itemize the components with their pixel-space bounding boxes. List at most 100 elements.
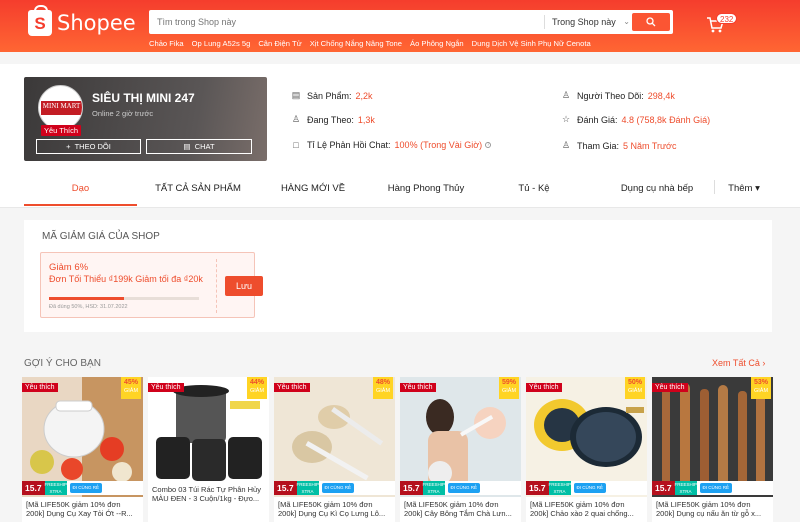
product-title: [Mã LIFE50K giảm 10% đơn 200k] Dụng Cụ X… bbox=[26, 500, 133, 518]
product-card[interactable]: Yêu thích 48% GIẢM 15.7 FREESHIP XTRA ĐI … bbox=[274, 377, 395, 522]
discount-badge: 50% GIẢM bbox=[625, 377, 645, 399]
cheap-badge: ĐI CÙNG RẺ bbox=[69, 483, 103, 493]
follow-button[interactable]: + THEO DÕI bbox=[36, 139, 141, 154]
brand-name: Shopee bbox=[57, 11, 136, 35]
voucher-usage-bar bbox=[49, 297, 199, 300]
see-all-link[interactable]: Xem Tất Cả › bbox=[712, 358, 765, 368]
promo-price: 15.7 bbox=[526, 481, 549, 495]
product-card[interactable]: Yêu thích 53% GIẢM 15.7 FREESHIP XTRA ĐI … bbox=[652, 377, 773, 522]
promo-strip: 15.7 FREESHIP XTRA ĐI CÙNG RẺ bbox=[652, 481, 773, 495]
recommend-title: GỢI Ý CHO BẠN bbox=[24, 358, 101, 369]
product-title: [Mã LIFE50K giảm 10% đơn 200k] Dụng cụ n… bbox=[656, 500, 762, 518]
help-icon[interactable]: ? bbox=[485, 142, 492, 148]
avatar[interactable]: MINI MART bbox=[38, 85, 83, 130]
discount-badge: 59% GIẢM bbox=[499, 377, 519, 399]
stat-label: Tỉ Lệ Phản Hồi Chat: bbox=[307, 140, 391, 150]
search-scope-select[interactable]: Trong Shop này ⌄ bbox=[544, 15, 632, 29]
discount-value: 50% bbox=[627, 379, 642, 386]
tab-all-products[interactable]: TẤT CẢ SẢN PHẨM bbox=[148, 183, 248, 194]
discount-value: 45% bbox=[123, 379, 138, 386]
stat-chat-reply: □ Tỉ Lệ Phản Hồi Chat: 100% (Trong Vài G… bbox=[290, 140, 492, 150]
search-keywords: Chảo Fika Op Lung A52s 5g Cân Điện Tử Xị… bbox=[149, 39, 591, 48]
product-card[interactable]: Yêu thích 59% GIẢM 15.7 FREESHIP XTRA ĐI … bbox=[400, 377, 521, 522]
product-card[interactable]: Yêu thích 50% GIẢM 15.7 FREESHIP XTRA ĐI … bbox=[526, 377, 647, 522]
promo-strip: 15.7 FREESHIP XTRA ĐI CÙNG RẺ bbox=[22, 481, 143, 495]
discount-value: 59% bbox=[501, 379, 516, 386]
stat-value: 298,4k bbox=[647, 90, 675, 101]
top-header: S Shopee Trong Shop này ⌄ Chảo Fika Op L… bbox=[0, 0, 800, 52]
freeship-badge: FREESHIP XTRA bbox=[674, 481, 698, 495]
favorite-tag: Yêu Thích bbox=[41, 125, 81, 136]
avatar-logo-bar bbox=[41, 111, 82, 115]
users-icon: ♙ bbox=[561, 90, 571, 100]
follow-label: THEO DÕI bbox=[74, 142, 111, 151]
product-title: [Mã LIFE50K giảm 10% đơn 200k] Dụng Cụ K… bbox=[278, 500, 386, 518]
promo-price: 15.7 bbox=[22, 481, 45, 495]
voucher-discount: Giảm 6% bbox=[49, 262, 89, 273]
cheap-badge: ĐI CÙNG RẺ bbox=[321, 483, 355, 493]
search-icon bbox=[646, 17, 656, 27]
discount-word: GIẢM bbox=[753, 388, 769, 394]
active-tab-underline bbox=[24, 204, 137, 206]
discount-value: 48% bbox=[375, 379, 390, 386]
keyword-link[interactable]: Chảo Fika bbox=[149, 39, 184, 48]
search-button[interactable] bbox=[632, 13, 670, 31]
cheap-badge: ĐI CÙNG RẺ bbox=[573, 483, 607, 493]
stat-value: 1,3k bbox=[357, 114, 375, 125]
shopee-logo[interactable]: S Shopee bbox=[28, 5, 136, 36]
search-input[interactable] bbox=[157, 15, 537, 29]
tab-divider bbox=[714, 180, 715, 194]
keyword-link[interactable]: Xịt Chống Nắng Nâng Tone bbox=[310, 39, 402, 48]
stat-value: 2,2k bbox=[355, 90, 373, 101]
keyword-link[interactable]: Op Lung A52s 5g bbox=[192, 39, 251, 48]
keyword-link[interactable]: Dung Dịch Vệ Sinh Phụ Nữ Cenota bbox=[472, 39, 591, 48]
tab-shelves[interactable]: Tủ - Kệ bbox=[508, 183, 560, 194]
discount-word: GIẢM bbox=[375, 388, 391, 394]
stat-products: ▤ Sản Phẩm: 2,2k bbox=[290, 90, 373, 101]
promo-price: 15.7 bbox=[652, 481, 675, 495]
tab-dao[interactable]: Dạo bbox=[24, 183, 137, 194]
cheap-badge: ĐI CÙNG RẺ bbox=[447, 483, 481, 493]
voucher-usage-fill bbox=[49, 297, 124, 300]
shop-card: MINI MART Yêu Thích SIÊU THỊ MINI 247 On… bbox=[24, 77, 267, 161]
promo-strip: 15.7 FREESHIP XTRA ĐI CÙNG RẺ bbox=[274, 481, 395, 495]
discount-badge: 53% GIẢM bbox=[751, 377, 771, 399]
tab-new-arrivals[interactable]: HÀNG MỚI VỀ bbox=[270, 183, 356, 194]
search-bar: Trong Shop này ⌄ bbox=[149, 10, 673, 34]
discount-word: GIẢM bbox=[123, 388, 139, 394]
favorite-badge: Yêu thích bbox=[274, 383, 310, 392]
shopping-bag-icon: S bbox=[28, 5, 52, 36]
voucher-meta: Đã dùng 50%, HSD: 31.07.2022 bbox=[49, 304, 128, 310]
stat-label: Đang Theo: bbox=[307, 114, 354, 125]
discount-value: 53% bbox=[753, 379, 768, 386]
stat-joined: ♙ Tham Gia: 5 Năm Trước bbox=[560, 140, 677, 151]
stat-label: Tham Gia: bbox=[577, 140, 620, 151]
cheap-badge: ĐI CÙNG RẺ bbox=[699, 483, 733, 493]
freeship-badge: FREESHIP XTRA bbox=[422, 481, 446, 495]
tab-kitchen-tools[interactable]: Dụng cụ nhà bếp bbox=[612, 183, 702, 194]
discount-badge: 44% GIẢM bbox=[247, 377, 267, 399]
chat-icon: ▤ bbox=[183, 142, 191, 151]
chat-label: CHAT bbox=[194, 142, 215, 151]
promo-price: 15.7 bbox=[274, 481, 297, 495]
promo-price: 15.7 bbox=[400, 481, 423, 495]
freeship-badge: FREESHIP XTRA bbox=[44, 481, 68, 495]
keyword-link[interactable]: Áo Phông Ngắn bbox=[410, 39, 464, 48]
favorite-badge: Yêu thích bbox=[526, 383, 562, 392]
chat-button[interactable]: ▤ CHAT bbox=[146, 139, 252, 154]
favorite-badge: Yêu thích bbox=[400, 383, 436, 392]
tab-more[interactable]: Thêm ▾ bbox=[724, 183, 764, 194]
plus-icon: + bbox=[66, 142, 71, 151]
tab-feng-shui[interactable]: Hàng Phong Thủy bbox=[380, 183, 472, 194]
product-card[interactable]: Yêu thích 45% GIẢM 15.7 FREESHIP XTRA ĐI … bbox=[22, 377, 143, 522]
voucher-description: Đơn Tối Thiểu ₫199k Giảm tối đa ₫20k bbox=[49, 274, 203, 284]
freeship-badge: FREESHIP XTRA bbox=[296, 481, 320, 495]
save-voucher-button[interactable]: Lưu bbox=[225, 276, 263, 296]
stat-label: Sản Phẩm: bbox=[307, 90, 352, 101]
voucher-section-title: MÃ GIẢM GIÁ CỦA SHOP bbox=[42, 231, 160, 242]
product-title: [Mã LIFE50K giảm 10% đơn 200k] Cây Bông … bbox=[404, 500, 512, 518]
product-grid: Yêu thích 45% GIẢM 15.7 FREESHIP XTRA ĐI … bbox=[22, 377, 773, 522]
keyword-link[interactable]: Cân Điện Tử bbox=[258, 39, 301, 48]
product-card[interactable]: Yêu thích 44% GIẢM Combo 03 Túi Rác Tự Ph… bbox=[148, 377, 269, 522]
voucher-card: Giảm 6% Đơn Tối Thiểu ₫199k Giảm tối đa … bbox=[40, 252, 263, 318]
